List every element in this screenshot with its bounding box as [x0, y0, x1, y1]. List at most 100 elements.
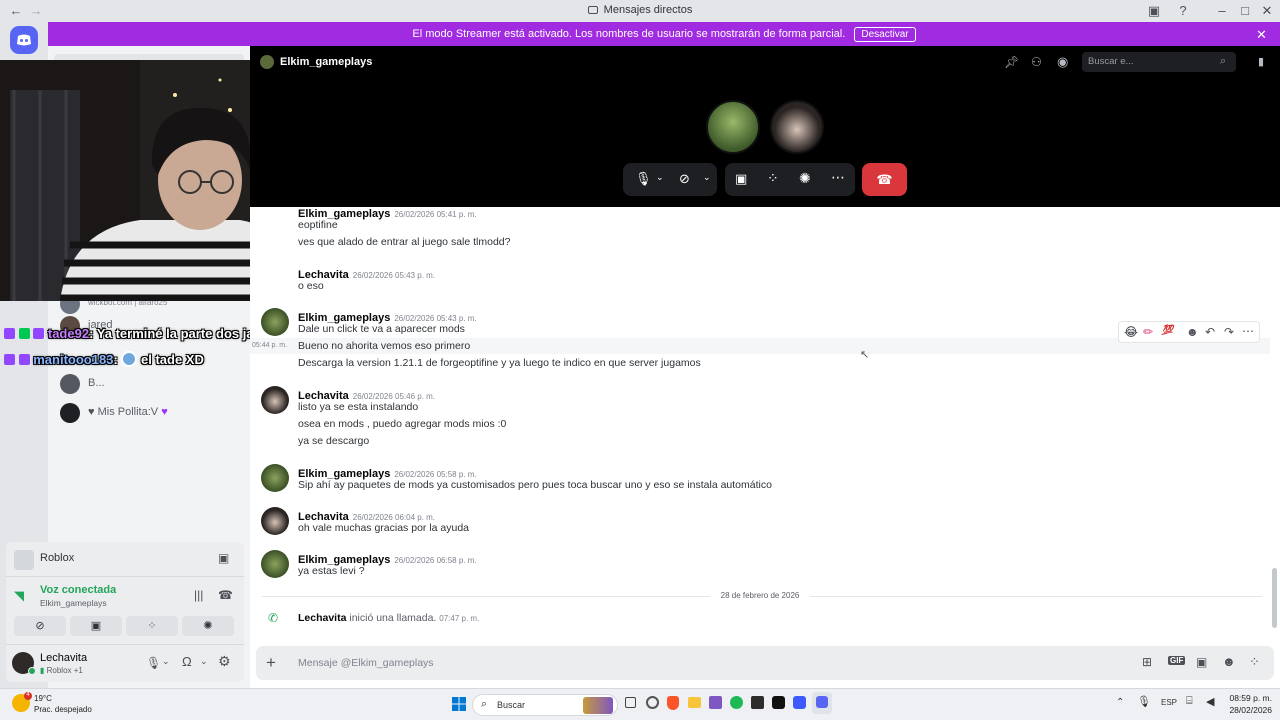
search-input[interactable]: Buscar e... ⌕	[1082, 52, 1236, 72]
heart-icon: ♥	[88, 406, 95, 418]
inbox-icon[interactable]: ▮	[1258, 55, 1264, 68]
channel-name: Elkim_gameplays	[280, 56, 373, 68]
online-status-icon	[28, 667, 36, 675]
chevron-down-icon[interactable]: ⌄	[162, 656, 170, 667]
emoji-icon[interactable]: ☻	[1222, 654, 1236, 669]
laugh-emoji-icon[interactable]: 😂	[1124, 325, 1138, 339]
noise-suppression-icon[interactable]: |||	[194, 588, 203, 602]
message-timestamp: 26/02/2026 05:43 p. m.	[352, 271, 436, 280]
hang-up-icon: ☎	[876, 172, 893, 187]
discord-icon	[816, 696, 828, 708]
windows-start-icon[interactable]	[452, 697, 466, 711]
soundboard-icon[interactable]: ✺	[799, 170, 811, 187]
deactivate-streamer-button[interactable]: Desactivar	[854, 27, 916, 42]
dm-item[interactable]: ♥ Mis Pollita:V ♥	[58, 401, 246, 425]
camera-button[interactable]: ⊘	[14, 616, 66, 636]
chat-icon	[587, 6, 598, 14]
clock-time[interactable]: 08:59 p. m.	[1222, 693, 1272, 703]
sticker-icon[interactable]: ▣	[1196, 655, 1207, 669]
forward-icon[interactable]: ↷	[1224, 325, 1234, 339]
participant-avatar[interactable]	[706, 100, 760, 154]
spotify-icon[interactable]	[730, 696, 743, 709]
chevron-down-icon[interactable]: ⌄	[703, 172, 711, 183]
message-timestamp: 26/02/2026 05:43 p. m.	[394, 314, 477, 323]
call-area: Elkim_gameplays 📌︎ ⚇ ◉ Buscar e... ⌕ ▮ 🎙…	[250, 46, 1280, 207]
pencil-emoji-icon[interactable]: ✏	[1143, 325, 1153, 339]
gif-icon[interactable]: GIF	[1168, 656, 1186, 665]
file-explorer-icon[interactable]	[688, 697, 701, 708]
activities-button[interactable]: ⁘	[126, 616, 178, 636]
task-view-icon[interactable]	[625, 697, 636, 708]
pin-icon[interactable]: 📌︎	[1004, 55, 1019, 69]
search-placeholder: Buscar e...	[1088, 56, 1134, 67]
avatar[interactable]	[261, 308, 289, 336]
divider	[6, 576, 244, 577]
more-icon[interactable]: ⋯	[1242, 324, 1254, 338]
hang-up-button[interactable]: ☎	[862, 163, 907, 196]
soundboard-icon: ✺	[203, 620, 213, 632]
message-text: Sip ahí ay paquetes de mods ya customisa…	[298, 479, 772, 491]
taskbar-search[interactable]: ⌕ Buscar	[472, 694, 618, 716]
browser-icon[interactable]	[646, 696, 659, 709]
avatar[interactable]	[261, 386, 289, 414]
avatar[interactable]	[261, 464, 289, 492]
search-highlight-icon	[583, 697, 613, 714]
stream-game-icon[interactable]: ▣	[218, 551, 229, 565]
network-icon[interactable]: ⌸	[1186, 695, 1193, 708]
close-window-icon[interactable]: ✕	[1259, 3, 1275, 19]
chevron-up-icon[interactable]: ⌃	[1116, 697, 1124, 708]
app-icon[interactable]	[793, 696, 806, 709]
more-icon[interactable]: ⋯	[831, 169, 845, 186]
app-icon[interactable]	[709, 696, 722, 709]
chevron-down-icon[interactable]: ⌄	[656, 172, 664, 183]
settings-gear-icon[interactable]: ⚙	[218, 653, 231, 670]
minimize-icon[interactable]: –	[1214, 3, 1230, 19]
avatar[interactable]	[261, 507, 289, 535]
add-attachment-icon[interactable]: +	[266, 653, 276, 673]
profile-icon[interactable]: ◉	[1057, 54, 1068, 70]
help-icon[interactable]: ?	[1175, 3, 1191, 19]
participant-avatar[interactable]	[770, 100, 824, 154]
dm-item[interactable]: B...	[58, 372, 246, 396]
maximize-icon[interactable]: □	[1237, 3, 1253, 19]
discord-home-button[interactable]	[10, 26, 38, 54]
reply-icon[interactable]: ↶	[1205, 325, 1215, 339]
inbox-icon[interactable]: ▣	[1146, 3, 1162, 19]
headphones-icon[interactable]: Ω	[182, 654, 192, 669]
add-friend-icon[interactable]: ⚇	[1031, 55, 1042, 69]
activities-icon[interactable]: ⁘	[767, 170, 779, 187]
avatar[interactable]	[261, 550, 289, 578]
hundred-emoji-icon[interactable]: 💯︎	[1161, 325, 1174, 336]
scrollbar[interactable]	[1272, 568, 1277, 628]
microphone-icon[interactable]: 🎙︎	[635, 171, 652, 187]
app-icon[interactable]	[751, 696, 764, 709]
message-timestamp: 26/02/2026 06:58 p. m.	[394, 556, 477, 565]
chevron-down-icon[interactable]: ⌄	[200, 656, 208, 667]
add-reaction-icon[interactable]: ☻	[1186, 325, 1199, 339]
screen-share-button[interactable]: ▣	[70, 616, 122, 636]
gift-icon[interactable]: ⊞	[1142, 655, 1152, 669]
message-text: o eso	[298, 280, 324, 292]
disconnect-icon[interactable]: ☎	[218, 588, 233, 602]
microphone-icon[interactable]: 🎙︎	[146, 656, 161, 670]
call-event-author[interactable]: Lechavita	[298, 612, 346, 624]
chat-username: tade92	[47, 326, 90, 341]
twitch-badge-icon	[4, 328, 15, 339]
voice-status[interactable]: Voz conectada	[40, 584, 116, 596]
discord-taskbar-button[interactable]	[812, 692, 832, 714]
tiktok-icon[interactable]	[772, 696, 785, 709]
message-timestamp: 26/02/2026 06:04 p. m.	[352, 513, 436, 522]
soundboard-button[interactable]: ✺	[182, 616, 234, 636]
language-indicator[interactable]: ESP	[1161, 698, 1177, 707]
hover-timestamp: 05:44 p. m.	[252, 342, 288, 349]
volume-icon[interactable]: ◀︎	[1206, 695, 1214, 708]
brave-icon[interactable]	[667, 696, 679, 710]
close-banner-icon[interactable]: ✕	[1256, 27, 1267, 43]
apps-icon[interactable]: ⁘	[1249, 654, 1260, 670]
screen-share-icon[interactable]: ▣	[735, 171, 747, 187]
message-input[interactable]: Mensaje @Elkim_gameplays	[298, 657, 434, 669]
camera-off-icon[interactable]: ⊘	[679, 171, 690, 187]
clock-date[interactable]: 28/02/2026	[1222, 705, 1272, 715]
message-text: ya se descargo	[298, 435, 370, 447]
microphone-icon[interactable]: 🎙︎	[1137, 695, 1151, 708]
